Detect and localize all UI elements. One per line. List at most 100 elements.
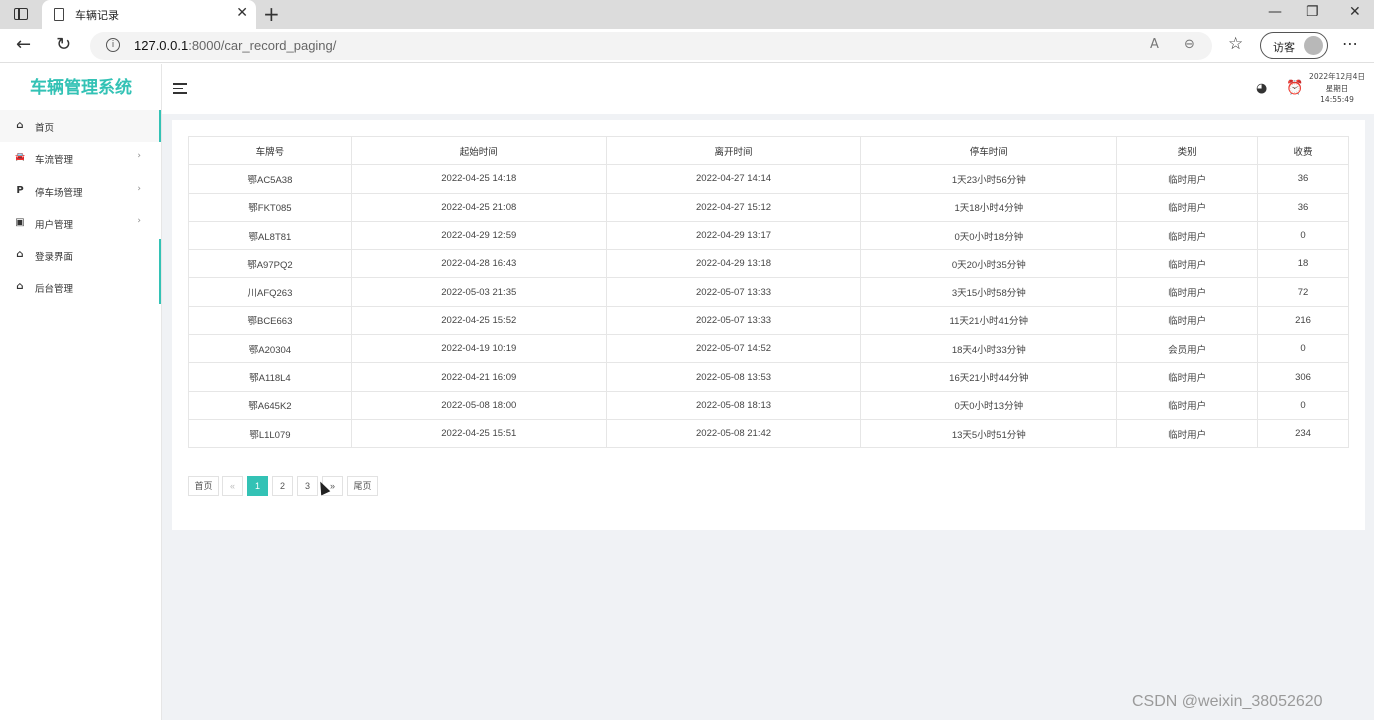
sidebar-item-label: 后台管理 [35, 284, 74, 296]
page-3-button[interactable]: 3 [297, 476, 318, 496]
sidebar-item-label: 登录界面 [35, 252, 74, 264]
table-cell: 2022-05-07 13:33 [605, 305, 862, 336]
prev-page-button[interactable]: « [222, 476, 243, 496]
minimize-button[interactable]: — [1268, 4, 1282, 20]
table-cell: 0天20小时35分钟 [860, 249, 1118, 279]
table-cell: 18天4小时33分钟 [860, 334, 1118, 364]
table-cell: 2022-04-29 13:18 [605, 249, 862, 279]
table-cell: 0天0小时18分钟 [860, 220, 1118, 251]
table-row: 鄂A97PQ2 2022-04-28 16:43 2022-04-29 13:18 0… [188, 249, 1349, 279]
table-cell: 临时用户 [1116, 220, 1259, 251]
page-2-button[interactable]: 2 [272, 476, 293, 496]
chevron-right-icon: › [137, 151, 141, 162]
browser-tab[interactable]: 车辆记录 ✕ [42, 0, 256, 29]
table-header-row: 车牌号 起始时间 离开时间 停车时间 类别 收费 [188, 135, 1349, 166]
zoom-icon[interactable]: ⊖ [1184, 37, 1195, 52]
sidebar-menu: ⌂ 首页 🚘 车流管理 › P 停车场管理 › ▣ 用户管理 › ⌂ 登录界面 … [0, 110, 161, 304]
table-cell: 鄂BCE663 [188, 305, 352, 336]
favorites-icon[interactable]: ☆ [1228, 34, 1243, 54]
table-row: 鄂AL8T81 2022-04-29 12:59 2022-04-29 13:17 0… [188, 220, 1349, 251]
browser-toolbar: ← ↻ i 127.0.0.1:8000/car_record_paging/ … [0, 29, 1374, 63]
more-options-icon[interactable]: ⋯ [1342, 34, 1359, 53]
table-cell: 临时用户 [1116, 164, 1259, 194]
chevron-right-icon: › [137, 215, 141, 226]
table-cell: 2022-05-08 18:13 [605, 390, 862, 420]
page-1-button[interactable]: 1 [247, 476, 268, 496]
column-header: 停车时间 [860, 135, 1118, 166]
top-header: ◕ ⏰ 2022年12月4日 星期日 14:55:49 [162, 64, 1374, 114]
table-cell: 2022-04-25 15:51 [350, 418, 607, 449]
table-cell: 1天18小时4分钟 [860, 192, 1118, 222]
table-cell: 会员用户 [1116, 334, 1259, 364]
table-cell: 临时用户 [1116, 418, 1259, 449]
sidebar-item-admin[interactable]: ⌂ 后台管理 [0, 271, 161, 304]
profile-label: 访客 [1273, 41, 1295, 54]
sidebar-item-home[interactable]: ⌂ 首页 [0, 110, 161, 143]
tab-title: 车辆记录 [75, 9, 119, 22]
table-cell: 2022-05-08 18:00 [350, 390, 607, 420]
table-row: 鄂AC5A38 2022-04-25 14:18 2022-04-27 14:14 1… [188, 164, 1349, 194]
table-row: 鄂A20304 2022-04-19 10:19 2022-05-07 14:52 1… [188, 334, 1349, 364]
table-cell: 临时用户 [1116, 390, 1259, 420]
table-cell: 306 [1257, 362, 1349, 392]
page-icon [54, 8, 64, 21]
table-cell: 鄂A97PQ2 [188, 249, 352, 279]
table-row: 川AFQ263 2022-05-03 21:35 2022-05-07 13:33 3… [188, 277, 1349, 307]
back-icon[interactable]: ← [16, 34, 31, 55]
tab-close-icon[interactable]: ✕ [236, 5, 248, 21]
table-cell: 0天0小时13分钟 [860, 390, 1118, 420]
table-cell: 临时用户 [1116, 277, 1259, 307]
table-cell: 2022-04-21 16:09 [350, 362, 607, 392]
tab-actions-icon[interactable] [14, 8, 28, 20]
menu-toggle-icon[interactable] [173, 83, 187, 94]
column-header: 离开时间 [605, 135, 862, 166]
table-cell: 临时用户 [1116, 249, 1259, 279]
last-page-button[interactable]: 尾页 [347, 476, 378, 496]
weekday-text: 星期日 [1325, 83, 1349, 93]
chevron-right-icon: › [137, 183, 141, 194]
site-info-icon[interactable]: i [106, 38, 120, 52]
table-cell: 鄂AC5A38 [188, 164, 352, 194]
parking-icon: P [16, 184, 24, 196]
address-bar[interactable]: i 127.0.0.1:8000/car_record_paging/ A ⊖ [90, 32, 1212, 60]
watermark: CSDN @weixin_38052620 [1132, 693, 1323, 710]
table-cell: 临时用户 [1116, 305, 1259, 336]
column-header: 类别 [1116, 135, 1259, 166]
alarm-clock-icon[interactable]: ⏰ [1286, 80, 1303, 96]
read-aloud-icon[interactable]: A [1150, 37, 1159, 52]
table-cell: 2022-04-28 16:43 [350, 249, 607, 279]
table-cell: 13天5小时51分钟 [860, 418, 1118, 449]
table-row: 鄂A645K2 2022-05-08 18:00 2022-05-08 18:13 0… [188, 390, 1349, 420]
first-page-button[interactable]: 首页 [188, 476, 219, 496]
table-cell: 鄂A118L4 [188, 362, 352, 392]
table-cell: 16天21小时44分钟 [860, 362, 1118, 392]
table-cell: 2022-04-25 14:18 [350, 164, 607, 194]
avatar [1304, 36, 1323, 55]
restore-button[interactable]: ❐ [1306, 4, 1319, 20]
profile-button[interactable]: 访客 [1260, 32, 1328, 59]
table-cell: 18 [1257, 249, 1349, 279]
date-text: 2022年12月4日 [1309, 72, 1365, 81]
table-cell: 2022-04-27 14:14 [605, 164, 862, 194]
table-cell: 2022-04-19 10:19 [350, 334, 607, 364]
sidebar-item-traffic[interactable]: 🚘 车流管理 › [0, 142, 161, 174]
table-cell: 72 [1257, 277, 1349, 307]
table-cell: 216 [1257, 305, 1349, 336]
home-icon: ⌂ [16, 281, 24, 293]
user-card-icon: ▣ [15, 216, 25, 228]
sidebar-item-parking[interactable]: P 停车场管理 › [0, 175, 161, 207]
sidebar-item-users[interactable]: ▣ 用户管理 › [0, 207, 161, 239]
table-cell: 2022-04-27 15:12 [605, 192, 862, 222]
reload-icon[interactable]: ↻ [56, 34, 71, 55]
close-window-button[interactable]: ✕ [1349, 4, 1361, 20]
sidebar-item-label: 停车场管理 [35, 187, 83, 199]
table-cell: 2022-05-08 21:42 [605, 418, 862, 449]
palette-icon[interactable]: ◕ [1256, 81, 1267, 96]
new-tab-button[interactable]: + [263, 2, 280, 26]
url-text: 127.0.0.1:8000/car_record_paging/ [134, 38, 337, 53]
sidebar-item-login[interactable]: ⌂ 登录界面 [0, 239, 161, 272]
table-cell: 鄂FKT085 [188, 192, 352, 222]
table-cell: 临时用户 [1116, 192, 1259, 222]
table-cell: 0 [1257, 334, 1349, 364]
car-icon: 🚘 [15, 152, 25, 162]
